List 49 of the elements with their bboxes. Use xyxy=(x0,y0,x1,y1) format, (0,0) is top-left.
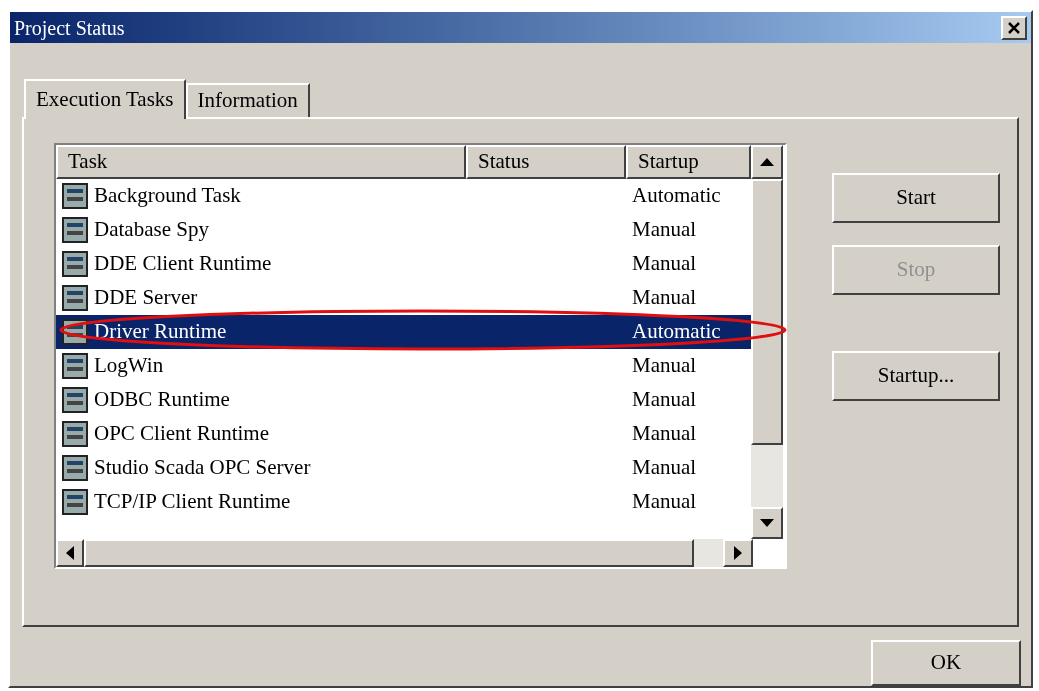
scroll-thumb[interactable] xyxy=(751,179,783,446)
right-arrow-icon xyxy=(734,546,742,561)
tab[interactable]: Execution Tasks xyxy=(24,79,186,120)
left-arrow-icon xyxy=(66,546,74,561)
task-name: DDE Client Runtime xyxy=(94,250,272,278)
task-row[interactable]: Studio Scada OPC Server Manual xyxy=(56,451,751,486)
scroll-left-button[interactable] xyxy=(56,539,84,568)
task-row[interactable]: TCP/IP Client Runtime Manual xyxy=(56,485,751,520)
task-name: Background Task xyxy=(94,182,241,210)
task-name: LogWin xyxy=(94,352,164,380)
task-row[interactable]: ODBC Runtime Manual xyxy=(56,383,751,418)
task-name: Studio Scada OPC Server xyxy=(94,454,311,482)
ok-button[interactable]: OK xyxy=(871,640,1021,686)
scroll-right-button[interactable] xyxy=(723,539,753,568)
startup-type: Manual xyxy=(632,216,698,244)
up-arrow-icon xyxy=(760,158,774,167)
startup-type: Manual xyxy=(632,420,698,448)
task-name: DDE Server xyxy=(94,284,198,312)
startup-type: Automatic xyxy=(632,182,722,210)
down-arrow-icon xyxy=(760,519,774,528)
task-name: OPC Client Runtime xyxy=(94,420,269,448)
scroll-up-button[interactable] xyxy=(751,145,783,180)
column-header[interactable]: Startup xyxy=(626,145,751,180)
close-button[interactable] xyxy=(1001,15,1027,40)
column-header[interactable]: Status xyxy=(466,145,626,180)
task-row[interactable]: LogWin Manual xyxy=(56,349,751,384)
startup-type: Manual xyxy=(632,488,698,516)
startup-type: Manual xyxy=(632,386,698,414)
startup-type: Manual xyxy=(632,454,698,482)
startup-type: Manual xyxy=(632,352,698,380)
task-row[interactable]: Background Task Automatic xyxy=(56,179,751,214)
task-row[interactable]: OPC Client Runtime Manual xyxy=(56,417,751,452)
startup-type: Manual xyxy=(632,250,698,278)
task-name: TCP/IP Client Runtime xyxy=(94,488,291,516)
startup-type: Manual xyxy=(632,284,698,312)
window-title: Project Status xyxy=(14,15,125,42)
task-row[interactable]: Database Spy Manual xyxy=(56,213,751,248)
task-name: Database Spy xyxy=(94,216,209,244)
task-name: Driver Runtime xyxy=(94,318,227,346)
task-name: ODBC Runtime xyxy=(94,386,230,414)
task-row[interactable]: DDE Server Manual xyxy=(56,281,751,316)
action-button[interactable]: Startup... xyxy=(832,351,1000,402)
column-header[interactable]: Task xyxy=(56,145,466,180)
action-button[interactable]: Start xyxy=(832,173,1000,224)
tab[interactable]: Information xyxy=(185,83,310,118)
task-row[interactable]: DDE Client Runtime Manual xyxy=(56,247,751,282)
startup-type: Automatic xyxy=(632,318,722,346)
scroll-down-button[interactable] xyxy=(751,507,783,540)
close-icon xyxy=(1008,21,1020,34)
